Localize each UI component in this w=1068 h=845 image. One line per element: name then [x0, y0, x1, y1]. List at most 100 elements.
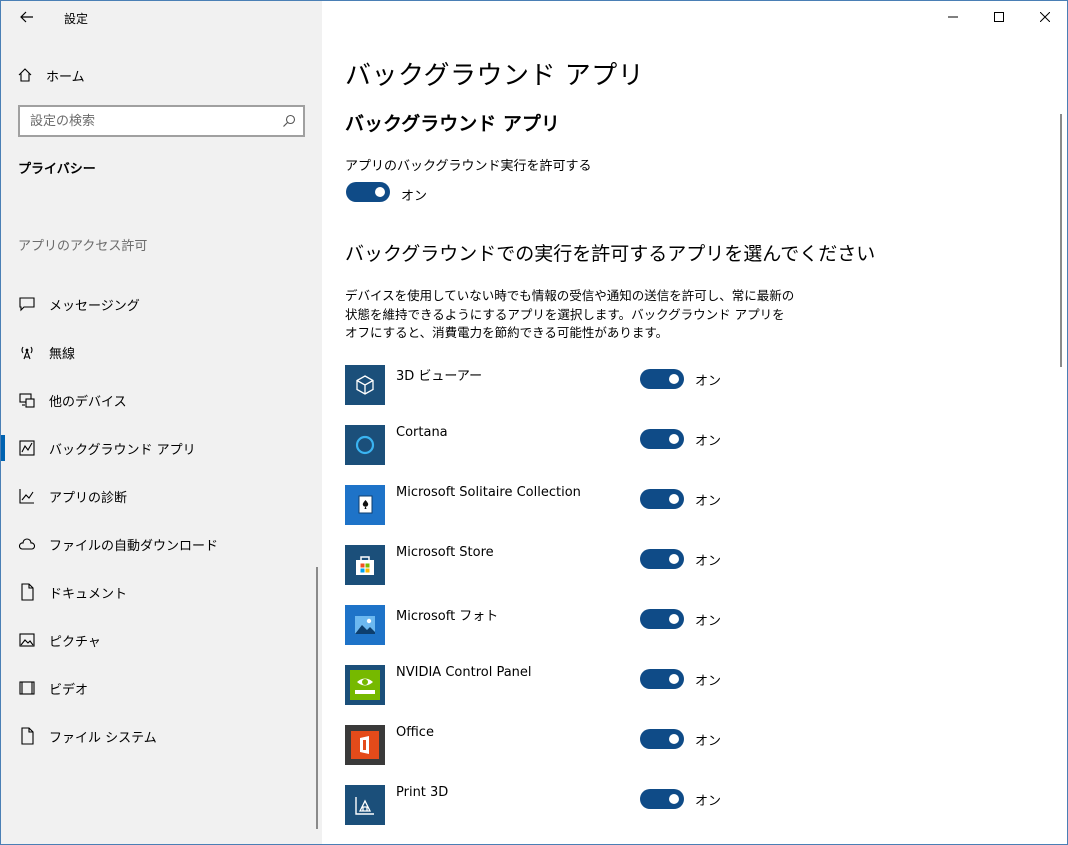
- app-tile: [345, 425, 385, 465]
- close-icon: [1040, 12, 1050, 22]
- radio-icon: [21, 346, 33, 360]
- search-icon[interactable]: [282, 114, 296, 128]
- minimize-button[interactable]: [930, 1, 976, 33]
- app-toggle[interactable]: [640, 549, 684, 569]
- devices-icon: [19, 393, 35, 408]
- cortana-icon: [355, 435, 375, 455]
- app-name: Microsoft フォト: [396, 609, 499, 624]
- app-tile: [345, 785, 385, 825]
- search-input[interactable]: [30, 112, 270, 130]
- main-scrollbar[interactable]: [1060, 114, 1062, 367]
- app-toggle[interactable]: [640, 489, 684, 509]
- app-permissions-label: アプリのアクセス許可: [18, 239, 148, 254]
- main-content: バックグラウンド アプリ バックグラウンド アプリ アプリのバックグラウンド実行…: [322, 1, 1067, 844]
- toggle-knob: [669, 494, 679, 504]
- sidebar-item-videos[interactable]: ビデオ: [1, 666, 319, 710]
- background-apps-icon: [19, 440, 35, 456]
- toggle-knob: [669, 794, 679, 804]
- app-tile: [345, 485, 385, 525]
- maximize-icon: [994, 12, 1004, 22]
- nvidia-icon: [350, 670, 380, 700]
- app-toggle[interactable]: [640, 789, 684, 809]
- description-text: デバイスを使用していない時でも情報の受信や通知の送信を許可し、常に最新の状態を維…: [345, 288, 795, 340]
- app-toggle[interactable]: [640, 729, 684, 749]
- sidebar-item-label: アプリの診断: [49, 490, 128, 506]
- app-tile: [345, 365, 385, 405]
- back-arrow-icon: [20, 11, 33, 23]
- sidebar-item-label: 他のデバイス: [49, 394, 127, 410]
- sidebar-item-pictures[interactable]: ピクチャ: [1, 618, 319, 662]
- app-toggle[interactable]: [640, 669, 684, 689]
- file-icon: [21, 727, 34, 745]
- sidebar-item-other-devices[interactable]: 他のデバイス: [1, 378, 319, 422]
- close-button[interactable]: [1022, 1, 1068, 33]
- app-row-3d-viewer: 3D ビューアー オン: [345, 365, 765, 407]
- app-toggle-state: オン: [695, 794, 722, 809]
- sidebar-item-auto-download[interactable]: ファイルの自動ダウンロード: [1, 522, 319, 566]
- toggle-knob: [669, 734, 679, 744]
- app-name: Microsoft Store: [396, 545, 494, 560]
- picture-icon: [19, 633, 35, 647]
- app-toggle-state: オン: [695, 554, 722, 569]
- settings-window: 設定 ホーム プライバシー アプリのアクセス許可 メッセージング 無線 他のデバ…: [0, 0, 1068, 845]
- app-name: Microsoft Solitaire Collection: [396, 485, 581, 500]
- sidebar-item-app-diagnostics[interactable]: アプリの診断: [1, 474, 319, 518]
- app-toggle[interactable]: [640, 369, 684, 389]
- app-row-store: Microsoft Store オン: [345, 545, 765, 587]
- app-tile: [345, 725, 385, 765]
- minimize-icon: [948, 16, 958, 18]
- app-name: Print 3D: [396, 785, 449, 800]
- app-name: NVIDIA Control Panel: [396, 665, 532, 680]
- sidebar-item-label: ドキュメント: [49, 586, 128, 602]
- sidebar-item-label: ピクチャ: [49, 634, 101, 650]
- sidebar-item-label: ファイル システム: [49, 730, 157, 746]
- nav-home[interactable]: ホーム: [17, 63, 85, 87]
- allow-background-state: オン: [401, 189, 428, 204]
- section-title: バックグラウンド アプリ: [345, 113, 560, 135]
- toggle-knob: [375, 187, 385, 197]
- app-toggle-state: オン: [695, 434, 722, 449]
- office-icon: [351, 731, 379, 759]
- toggle-knob: [669, 374, 679, 384]
- app-row-cortana: Cortana オン: [345, 425, 765, 467]
- search-box[interactable]: [18, 105, 305, 137]
- document-icon: [21, 583, 34, 601]
- app-tile: [345, 665, 385, 705]
- photos-icon: [355, 616, 375, 634]
- sidebar-scrollbar[interactable]: [316, 567, 318, 829]
- message-icon: [19, 297, 35, 312]
- sidebar-item-background-apps[interactable]: バックグラウンド アプリ: [1, 426, 319, 470]
- toggle-knob: [669, 554, 679, 564]
- app-row-office: Office オン: [345, 725, 765, 767]
- app-name: 3D ビューアー: [396, 369, 483, 384]
- choose-apps-title: バックグラウンドでの実行を許可するアプリを選んでください: [345, 243, 876, 265]
- app-toggle[interactable]: [640, 429, 684, 449]
- allow-background-label: アプリのバックグラウンド実行を許可する: [345, 159, 592, 174]
- back-button[interactable]: [13, 5, 41, 29]
- sidebar-item-label: バックグラウンド アプリ: [49, 442, 196, 458]
- sidebar-item-messaging[interactable]: メッセージング: [1, 282, 319, 326]
- app-row-print3d: Print 3D オン: [345, 785, 765, 827]
- app-toggle-state: オン: [695, 734, 722, 749]
- toggle-knob: [669, 614, 679, 624]
- sidebar-item-radios[interactable]: 無線: [1, 330, 319, 374]
- app-toggle-state: オン: [695, 674, 722, 689]
- privacy-section-title: プライバシー: [18, 162, 96, 177]
- app-toggle[interactable]: [640, 609, 684, 629]
- sidebar-item-label: ファイルの自動ダウンロード: [49, 538, 219, 554]
- sidebar-item-label: 無線: [49, 346, 76, 362]
- solitaire-icon: [358, 495, 373, 514]
- app-name: Office: [396, 725, 434, 740]
- cloud-icon: [18, 538, 36, 550]
- maximize-button[interactable]: [976, 1, 1022, 33]
- sidebar-item-file-system[interactable]: ファイル システム: [1, 714, 319, 758]
- sidebar-item-documents[interactable]: ドキュメント: [1, 570, 319, 614]
- allow-background-toggle[interactable]: [346, 182, 390, 202]
- toggle-knob: [669, 674, 679, 684]
- home-label: ホーム: [46, 69, 85, 85]
- sidebar-item-label: ビデオ: [49, 682, 89, 698]
- active-indicator: [1, 435, 5, 461]
- app-name: Cortana: [396, 425, 448, 440]
- app-tile: [345, 605, 385, 645]
- print3d-icon: [355, 797, 374, 815]
